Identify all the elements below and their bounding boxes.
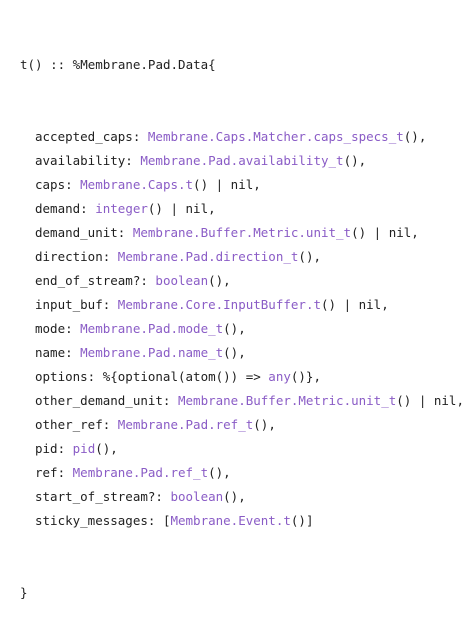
type-link[interactable]: boolean [155, 273, 208, 288]
type-link[interactable]: Membrane.Buffer.Metric.unit_t [133, 225, 351, 240]
field-suffix: (), [343, 153, 367, 168]
field-suffix: (), [298, 249, 321, 264]
field-suffix: () | nil, [147, 201, 216, 216]
typespec-field: demand_unit: Membrane.Buffer.Metric.unit… [20, 221, 464, 245]
field-prefix: [ [162, 513, 171, 528]
typespec-field: sticky_messages: [Membrane.Event.t()] [20, 509, 464, 533]
field-suffix: (), [253, 417, 276, 432]
field-key: start_of_stream?: [35, 489, 171, 504]
field-suffix: () | nil, [396, 393, 464, 408]
field-suffix: (), [208, 465, 231, 480]
typespec-field: ref: Membrane.Pad.ref_t(), [20, 461, 464, 485]
typespec-field: other_demand_unit: Membrane.Buffer.Metri… [20, 389, 464, 413]
field-suffix: (), [223, 345, 246, 360]
type-link[interactable]: Membrane.Event.t [170, 513, 290, 528]
field-key: options: %{optional(atom()) => [35, 369, 269, 384]
field-key: end_of_stream?: [35, 273, 156, 288]
field-key: direction: [35, 249, 118, 264]
typespec-field: accepted_caps: Membrane.Caps.Matcher.cap… [20, 125, 464, 149]
typespec-code-block: t() :: %Membrane.Pad.Data{ accepted_caps… [20, 5, 464, 629]
field-key: caps: [35, 177, 81, 192]
type-link[interactable]: any [268, 369, 291, 384]
field-key: accepted_caps: [35, 129, 148, 144]
field-key: ref: [35, 465, 73, 480]
typespec-field: input_buf: Membrane.Core.InputBuffer.t()… [20, 293, 464, 317]
field-suffix: (), [208, 273, 231, 288]
type-link[interactable]: Membrane.Buffer.Metric.unit_t [178, 393, 396, 408]
field-key: name: [35, 345, 81, 360]
typespec-footer: } [20, 585, 28, 600]
field-key: demand: [35, 201, 96, 216]
type-link[interactable]: Membrane.Pad.ref_t [118, 417, 253, 432]
typespec-field: pid: pid(), [20, 437, 464, 461]
typespec-field: name: Membrane.Pad.name_t(), [20, 341, 464, 365]
field-suffix: (), [403, 129, 427, 144]
field-key: pid: [35, 441, 73, 456]
field-key: other_demand_unit: [35, 393, 178, 408]
type-link[interactable]: Membrane.Pad.ref_t [73, 465, 208, 480]
field-suffix: () | nil, [321, 297, 389, 312]
field-key: other_ref: [35, 417, 118, 432]
field-key: demand_unit: [35, 225, 133, 240]
field-suffix: () | nil, [193, 177, 261, 192]
type-link[interactable]: pid [73, 441, 96, 456]
typespec-header: t() :: %Membrane.Pad.Data{ [20, 57, 216, 72]
type-link[interactable]: Membrane.Pad.mode_t [80, 321, 223, 336]
type-link[interactable]: Membrane.Pad.name_t [80, 345, 223, 360]
type-link[interactable]: Membrane.Core.InputBuffer.t [118, 297, 321, 312]
field-key: sticky_messages: [35, 513, 163, 528]
field-suffix: ()] [290, 513, 314, 528]
typespec-field: start_of_stream?: boolean(), [20, 485, 464, 509]
field-key: mode: [35, 321, 81, 336]
field-key: availability: [35, 153, 141, 168]
type-link[interactable]: Membrane.Pad.availability_t [140, 153, 343, 168]
field-key: input_buf: [35, 297, 118, 312]
typespec-field: caps: Membrane.Caps.t() | nil, [20, 173, 464, 197]
typespec-field: direction: Membrane.Pad.direction_t(), [20, 245, 464, 269]
field-suffix: ()}, [290, 369, 321, 384]
type-link[interactable]: integer [95, 201, 148, 216]
field-suffix: (), [223, 489, 246, 504]
typespec-field: options: %{optional(atom()) => any()}, [20, 365, 464, 389]
field-suffix: (), [95, 441, 118, 456]
typespec-field: other_ref: Membrane.Pad.ref_t(), [20, 413, 464, 437]
typespec-field: availability: Membrane.Pad.availability_… [20, 149, 464, 173]
type-link[interactable]: Membrane.Pad.direction_t [118, 249, 299, 264]
field-suffix: () | nil, [351, 225, 419, 240]
type-link[interactable]: Membrane.Caps.t [80, 177, 193, 192]
type-link[interactable]: Membrane.Caps.Matcher.caps_specs_t [148, 129, 404, 144]
typespec-field: mode: Membrane.Pad.mode_t(), [20, 317, 464, 341]
typespec-field: end_of_stream?: boolean(), [20, 269, 464, 293]
field-suffix: (), [223, 321, 246, 336]
type-link[interactable]: boolean [170, 489, 223, 504]
typespec-fields: accepted_caps: Membrane.Caps.Matcher.cap… [20, 125, 464, 533]
typespec-field: demand: integer() | nil, [20, 197, 464, 221]
